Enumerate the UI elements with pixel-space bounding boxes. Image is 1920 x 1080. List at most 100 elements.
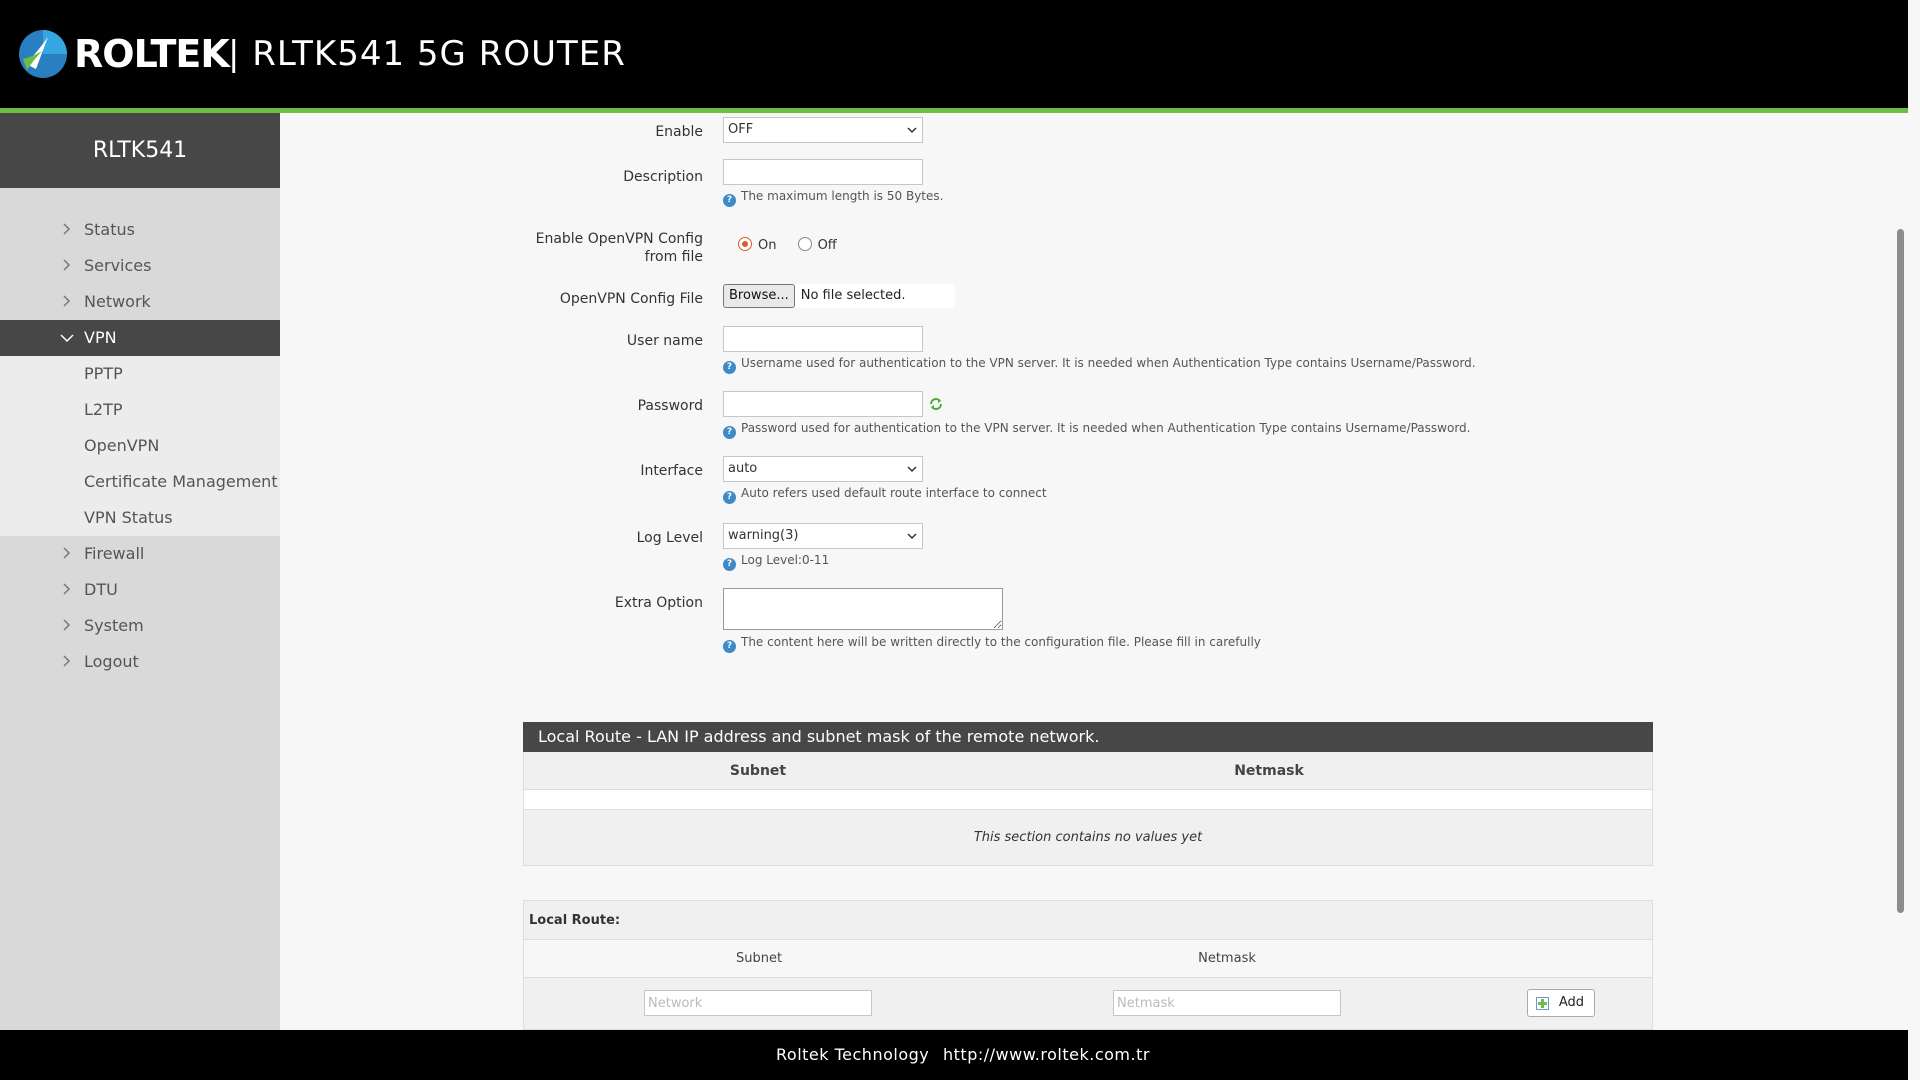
help-icon: ? (723, 640, 736, 653)
sidebar-item-dtu[interactable]: DTU (0, 572, 280, 608)
password-label: Password (637, 398, 703, 414)
chevron-right-icon (63, 619, 71, 631)
config-file-picker: Browse... No file selected. (723, 284, 955, 308)
browse-button[interactable]: Browse... (723, 284, 795, 308)
extra-option-label: Extra Option (614, 595, 703, 611)
radio-on[interactable] (738, 237, 752, 251)
local-route-add-header: Subnet Netmask (523, 940, 1653, 978)
local-route-add-title: Local Route: (523, 900, 1653, 940)
chevron-down-icon (907, 127, 917, 134)
help-icon: ? (723, 194, 736, 207)
description-input[interactable] (723, 159, 923, 185)
username-hint: ? Username used for authentication to the… (723, 355, 1476, 374)
sidebar: RLTK541 Status Services Network VPN PPTP… (0, 113, 280, 1030)
sidebar-item-label: Services (84, 256, 152, 275)
sidebar-item-status[interactable]: Status (0, 212, 280, 248)
add-button[interactable]: Add (1527, 989, 1595, 1017)
chevron-right-icon (63, 547, 71, 559)
sidebar-item-services[interactable]: Services (0, 248, 280, 284)
chevron-down-icon (907, 466, 917, 473)
roltek-logo-icon (19, 30, 67, 78)
username-input[interactable] (723, 326, 923, 352)
sidebar-item-label: Logout (84, 652, 139, 671)
log-level-label: Log Level (636, 530, 703, 546)
enable-row: Enable OFF (280, 117, 1880, 143)
log-level-hint: ? Log Level:0-11 (723, 552, 829, 571)
sidebar-item-vpn[interactable]: VPN (0, 320, 280, 356)
password-input[interactable] (723, 391, 923, 417)
sidebar-item-label: Network (84, 292, 151, 311)
help-icon: ? (723, 361, 736, 374)
local-route-table-header: Subnet Netmask (523, 752, 1653, 790)
sidebar-item-label: DTU (84, 580, 118, 599)
log-level-select-value: warning(3) (728, 528, 799, 543)
chevron-right-icon (63, 583, 71, 595)
sidebar-item-label: VPN (84, 328, 117, 347)
sidebar-nav: Status Services Network VPN PPTP L2TP Op… (0, 188, 280, 680)
column-header-netmask: Netmask (1234, 763, 1304, 779)
model-title: | RLTK541 5G ROUTER (228, 34, 626, 74)
help-icon: ? (723, 491, 736, 504)
top-header: ROLTEK | RLTK541 5G ROUTER (0, 0, 1908, 109)
local-route-add-row: Add (523, 978, 1653, 1030)
subnet-input[interactable] (644, 990, 872, 1016)
scrollbar-thumb[interactable] (1897, 229, 1904, 913)
sidebar-item-network[interactable]: Network (0, 284, 280, 320)
vpn-submenu: PPTP L2TP OpenVPN Certificate Management… (0, 356, 280, 536)
sidebar-item-label: Firewall (84, 544, 145, 563)
extra-option-textarea[interactable] (723, 588, 1003, 630)
column-header-netmask: Netmask (1198, 951, 1256, 966)
footer-url-link[interactable]: http://www.roltek.com.tr (943, 1030, 1150, 1080)
extra-option-hint: ? The content here will be written direct… (723, 634, 1261, 653)
add-button-label: Add (1558, 995, 1584, 1010)
sidebar-subitem-openvpn[interactable]: OpenVPN (0, 428, 280, 464)
add-icon (1536, 997, 1549, 1010)
enable-select[interactable]: OFF (723, 117, 923, 143)
sidebar-item-label: System (84, 616, 144, 635)
interface-label: Interface (640, 463, 703, 479)
help-icon: ? (723, 558, 736, 571)
sidebar-item-logout[interactable]: Logout (0, 644, 280, 680)
radio-off[interactable] (797, 237, 812, 251)
file-status: No file selected. (794, 284, 955, 308)
footer: Roltek Technology http://www.roltek.com.… (0, 1030, 1908, 1080)
sidebar-subitem-pptp[interactable]: PPTP (0, 356, 280, 392)
sidebar-subitem-certificate-management[interactable]: Certificate Management (0, 464, 280, 500)
brand-name: ROLTEK (74, 32, 230, 76)
description-hint: ? The maximum length is 50 Bytes. (723, 188, 943, 207)
log-level-select[interactable]: warning(3) (723, 523, 923, 549)
reveal-password-icon[interactable] (929, 397, 943, 411)
chevron-right-icon (63, 655, 71, 667)
enable-label: Enable (655, 124, 703, 140)
netmask-input[interactable] (1113, 990, 1341, 1016)
local-route-table-title: Local Route - LAN IP address and subnet … (523, 722, 1653, 752)
config-from-file-radio-group: On Off (738, 234, 853, 253)
interface-select[interactable]: auto (723, 456, 923, 482)
interface-hint: ? Auto refers used default route interfac… (723, 485, 1047, 504)
radio-off-label: Off (817, 238, 837, 253)
sidebar-subitem-vpn-status[interactable]: VPN Status (0, 500, 280, 536)
sidebar-item-label: Status (84, 220, 135, 239)
username-label: User name (626, 333, 703, 349)
password-hint: ? Password used for authentication to the… (723, 420, 1470, 439)
sidebar-subitem-l2tp[interactable]: L2TP (0, 392, 280, 428)
log-level-row: Log Level warning(3) ? Log Level:0-11 (280, 523, 1880, 571)
chevron-right-icon (63, 295, 71, 307)
main-content: Enable OFF Description ? The maximum leng… (280, 113, 1896, 1030)
interface-row: Interface auto ? Auto refers used default… (280, 456, 1880, 504)
chevron-down-icon (60, 334, 74, 343)
column-header-subnet: Subnet (729, 763, 787, 779)
local-route-add-table: Local Route: Subnet Netmask Add (523, 900, 1653, 1030)
local-route-table: Local Route - LAN IP address and subnet … (523, 722, 1653, 866)
config-from-file-label: Enable OpenVPN Config from file (535, 231, 703, 265)
sidebar-title: RLTK541 (0, 113, 280, 188)
sidebar-item-firewall[interactable]: Firewall (0, 536, 280, 572)
column-header-subnet: Subnet (735, 951, 783, 966)
description-label: Description (623, 169, 703, 185)
chevron-down-icon (907, 533, 917, 540)
sidebar-item-system[interactable]: System (0, 608, 280, 644)
table-spacer-row (523, 790, 1653, 810)
config-file-label: OpenVPN Config File (559, 291, 703, 307)
chevron-right-icon (63, 259, 71, 271)
radio-on-label: On (758, 238, 777, 253)
